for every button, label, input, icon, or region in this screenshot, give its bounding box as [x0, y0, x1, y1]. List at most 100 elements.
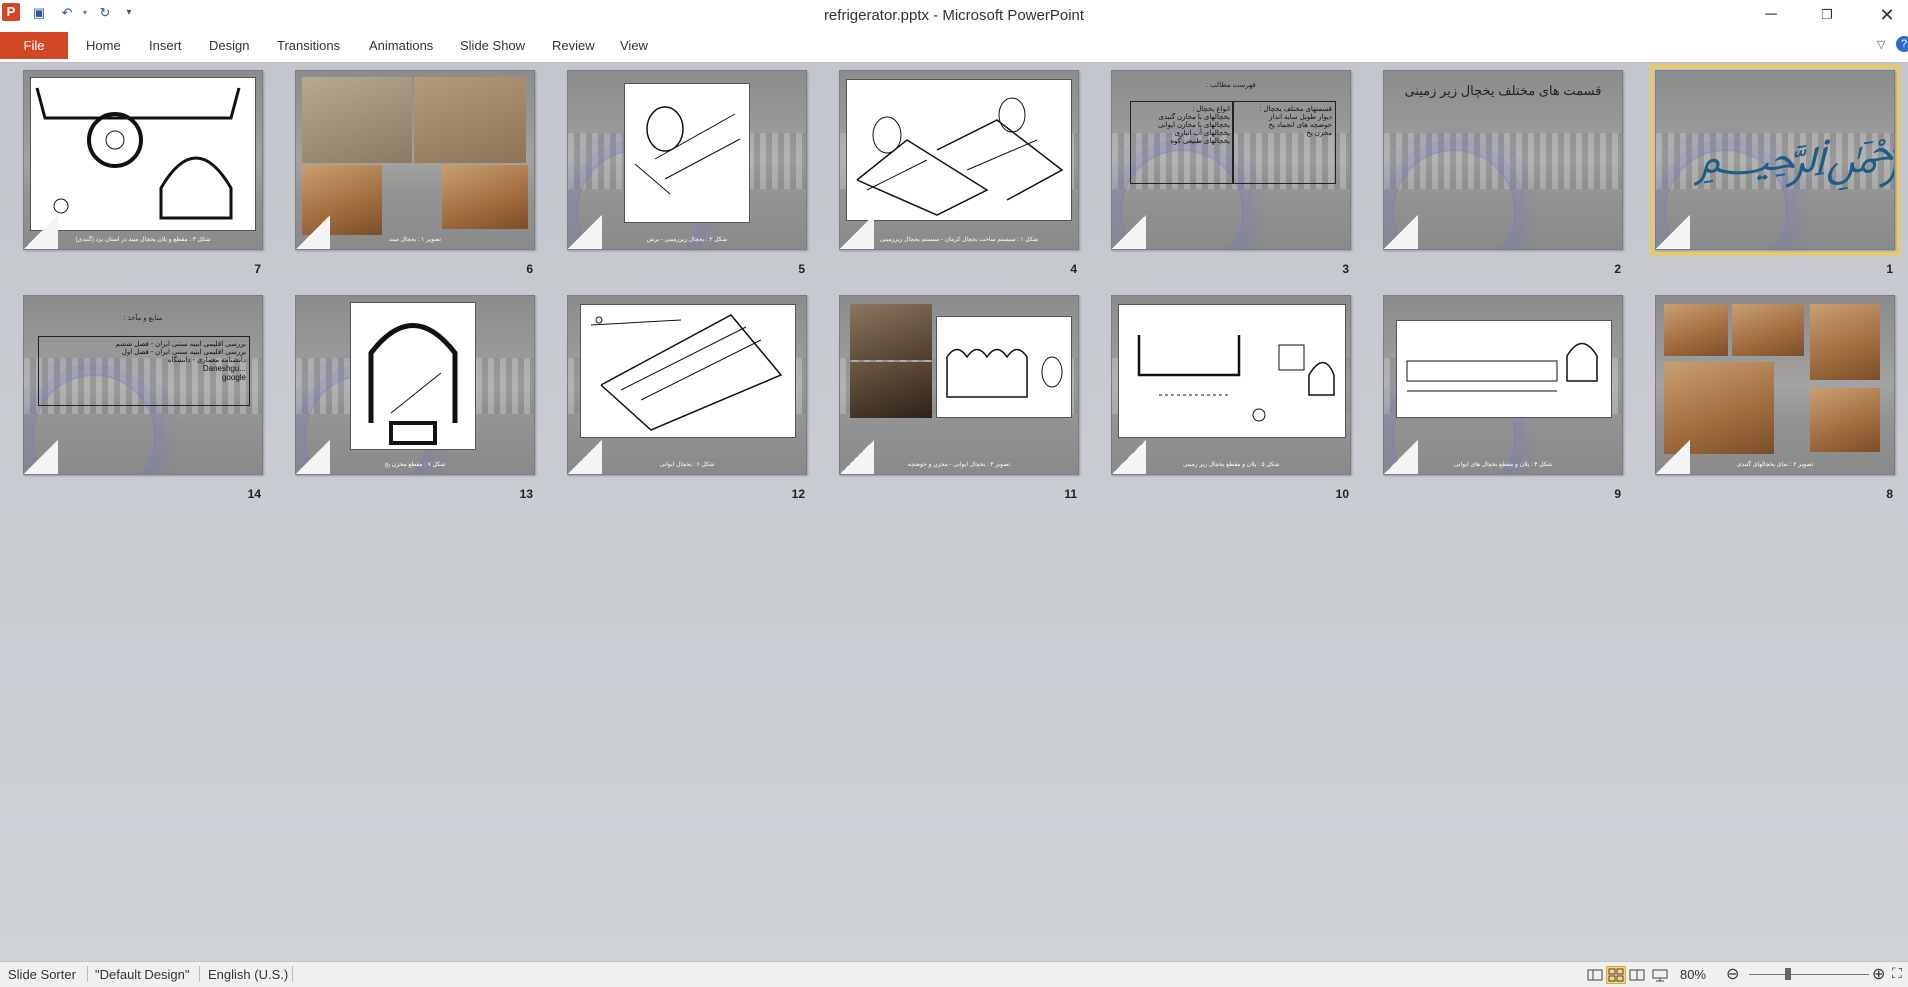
list-item: انواع یخچال : — [1192, 106, 1230, 113]
slide-number: 7 — [254, 262, 261, 276]
tab-slide-show[interactable]: Slide Show — [460, 32, 525, 59]
zoom-slider[interactable] — [1749, 974, 1869, 975]
reading-view-icon[interactable] — [1627, 966, 1647, 984]
slide-number: 9 — [1614, 487, 1621, 501]
photo-yakhchal-wall — [414, 77, 526, 163]
page-curl — [1656, 215, 1690, 249]
slide-sorter-icon[interactable] — [1606, 966, 1626, 984]
window-title: refrigerator.pptx - Microsoft PowerPoint — [823, 7, 1085, 24]
slide-thumbnail-10[interactable]: شکل ۵ : پلان و مقطع یخچال زیر زمینی — [1111, 295, 1351, 475]
zoom-in-icon[interactable]: ⊕ — [1872, 964, 1885, 984]
page-curl — [24, 215, 58, 249]
content-box-parts: قسمتهای مختلف یخچال : دیوار طویل سایه ان… — [1232, 101, 1336, 184]
list-item: بررسی اقلیمی ابنیه سنتی ایران - فصل ششم — [115, 341, 246, 348]
slide-thumbnail-9[interactable]: شکل ۴ : پلان و مقطع یخچال های ایوانی — [1383, 295, 1623, 475]
slide-thumbnail-6[interactable]: تصویر ۱ : یخچال میبد — [295, 70, 535, 250]
slide-show-icon[interactable] — [1650, 966, 1670, 984]
slide-number: 10 — [1335, 487, 1349, 501]
slide-number: 12 — [791, 487, 805, 501]
slide-title: فهرست مطالب : — [1206, 82, 1256, 89]
status-bar: Slide Sorter "Default Design" English (U… — [0, 961, 1908, 987]
perspective-sketch — [590, 314, 783, 431]
list-item: دانشنامه معماری - دانشگاه — [167, 357, 246, 364]
slide-caption: تصویر ۲ : نمای یخچالهای گنبدی — [1736, 462, 1814, 468]
plan-drawing — [1396, 320, 1612, 418]
elevation-sketch — [946, 348, 1063, 398]
slide-number: 2 — [1614, 262, 1621, 276]
help-icon[interactable]: ? — [1896, 36, 1908, 52]
slide-thumbnail-4[interactable]: شکل ۱ : سیستم ساخت یخچال کرمان - سیستم ی… — [839, 70, 1079, 250]
slide-caption: شکل ۶ : یخچال ایوانی — [659, 462, 715, 468]
tab-animations[interactable]: Animations — [369, 32, 433, 59]
slide-thumbnail-3[interactable]: فهرست مطالب : قسمتهای مختلف یخچال : دیوا… — [1111, 70, 1351, 250]
slide-caption: تصویر ۱ : یخچال میبد — [388, 237, 442, 243]
slide-number: 3 — [1342, 262, 1349, 276]
page-curl — [840, 440, 874, 474]
theme-name[interactable]: "Default Design" — [95, 967, 190, 982]
normal-view-icon[interactable] — [1585, 966, 1605, 984]
references-box: بررسی اقلیمی ابنیه سنتی ایران - فصل ششم … — [38, 336, 250, 406]
page-curl — [1384, 440, 1418, 474]
slide-thumbnail-12[interactable]: شکل ۶ : یخچال ایوانی — [567, 295, 807, 475]
plan-section-sketch — [35, 87, 241, 220]
section-sketch — [634, 106, 741, 195]
slide-number: 14 — [247, 487, 261, 501]
calligraphy-image: ﷽ — [1696, 81, 1894, 231]
slide-caption: شکل ۲ : یخچال زیرزمینی - برش — [646, 237, 728, 243]
fit-to-window-icon[interactable]: ⛶ — [1892, 965, 1902, 982]
list-item: قسمتهای مختلف یخچال : — [1259, 106, 1332, 113]
tab-insert[interactable]: Insert — [149, 32, 182, 59]
close-icon[interactable]: ✕ — [1864, 0, 1908, 30]
list-item: Daneshgu... — [202, 364, 246, 373]
plan-section-drawing — [30, 77, 256, 231]
slide-number: 5 — [798, 262, 805, 276]
content-box-types: انواع یخچال : یخچالهای با مخازن گنبدی یخ… — [1130, 101, 1234, 184]
slide-thumbnail-14[interactable]: منابع و مآخذ : بررسی اقلیمی ابنیه سنتی ا… — [23, 295, 263, 475]
minimize-ribbon-icon[interactable]: ▽ — [1877, 38, 1885, 51]
slide-caption: شکل ۴ : پلان و مقطع یخچال های ایوانی — [1453, 462, 1553, 468]
restore-icon[interactable]: ❐ — [1804, 0, 1850, 30]
page-curl — [296, 440, 330, 474]
slide-thumbnail-13[interactable]: شکل ۷ : مقطع مخزن یخ — [295, 295, 535, 475]
tab-transitions[interactable]: Transitions — [277, 32, 340, 59]
slide-thumbnail-7[interactable]: شکل ۳ : مقطع و پلان یخچال میبد در استان … — [23, 70, 263, 250]
slide-title: منابع و مآخذ : — [123, 315, 163, 322]
zoom-out-icon[interactable]: ⊖ — [1726, 964, 1739, 984]
photo-dome — [1732, 304, 1804, 356]
list-item: google — [221, 373, 246, 382]
divider — [87, 966, 88, 982]
zoom-level[interactable]: 80% — [1680, 967, 1706, 982]
slide-thumbnail-8[interactable]: تصویر ۲ : نمای یخچالهای گنبدی — [1655, 295, 1895, 475]
list-item: یخچالهای با مخازن ایوانی — [1157, 122, 1230, 129]
photo-entrance — [850, 362, 932, 418]
list-item: بررسی اقلیمی ابنیه سنتی ایران - فصل اول — [121, 349, 246, 356]
list-item: یخچالهای طبیعی کوه — [1170, 138, 1230, 145]
tab-review[interactable]: Review — [552, 32, 595, 59]
isometric-sketch — [856, 97, 1064, 216]
list-item: یخچالهای با مخازن گنبدی — [1158, 114, 1230, 121]
minimize-icon[interactable]: ─ — [1748, 0, 1794, 30]
slide-thumbnail-11[interactable]: تصویر ۳ : یخچال ایوانی - مخزن و حوضچه — [839, 295, 1079, 475]
tab-home[interactable]: Home — [86, 32, 121, 59]
language-indicator[interactable]: English (U.S.) — [208, 967, 288, 982]
list-item: دیوار طویل سایه انداز — [1269, 114, 1332, 121]
list-item: حوضچه های انجماد یخ — [1268, 122, 1332, 129]
slide-thumbnail-1[interactable]: ﷽ — [1650, 65, 1900, 255]
photo-dome — [1810, 304, 1880, 380]
list-item: یخچالهای آب انباری — [1174, 130, 1230, 137]
tab-design[interactable]: Design — [209, 32, 249, 59]
slide-number: 6 — [526, 262, 533, 276]
slide-thumbnail-5[interactable]: شکل ۲ : یخچال زیرزمینی - برش — [567, 70, 807, 250]
slide-number: 13 — [519, 487, 533, 501]
tab-view[interactable]: View — [620, 32, 648, 59]
page-curl — [568, 440, 602, 474]
elevation-drawing — [936, 316, 1072, 418]
zoom-slider-thumb[interactable] — [1785, 968, 1791, 980]
page-curl — [1112, 440, 1146, 474]
slide-number: 1 — [1886, 262, 1893, 276]
slide-thumbnail-2[interactable]: قسمت های مختلف یخچال زیر زمینی — [1383, 70, 1623, 250]
plan-sketch — [1406, 342, 1598, 392]
section-sketch — [368, 323, 458, 445]
tab-file[interactable]: File — [0, 32, 68, 59]
perspective-drawing — [580, 304, 796, 438]
